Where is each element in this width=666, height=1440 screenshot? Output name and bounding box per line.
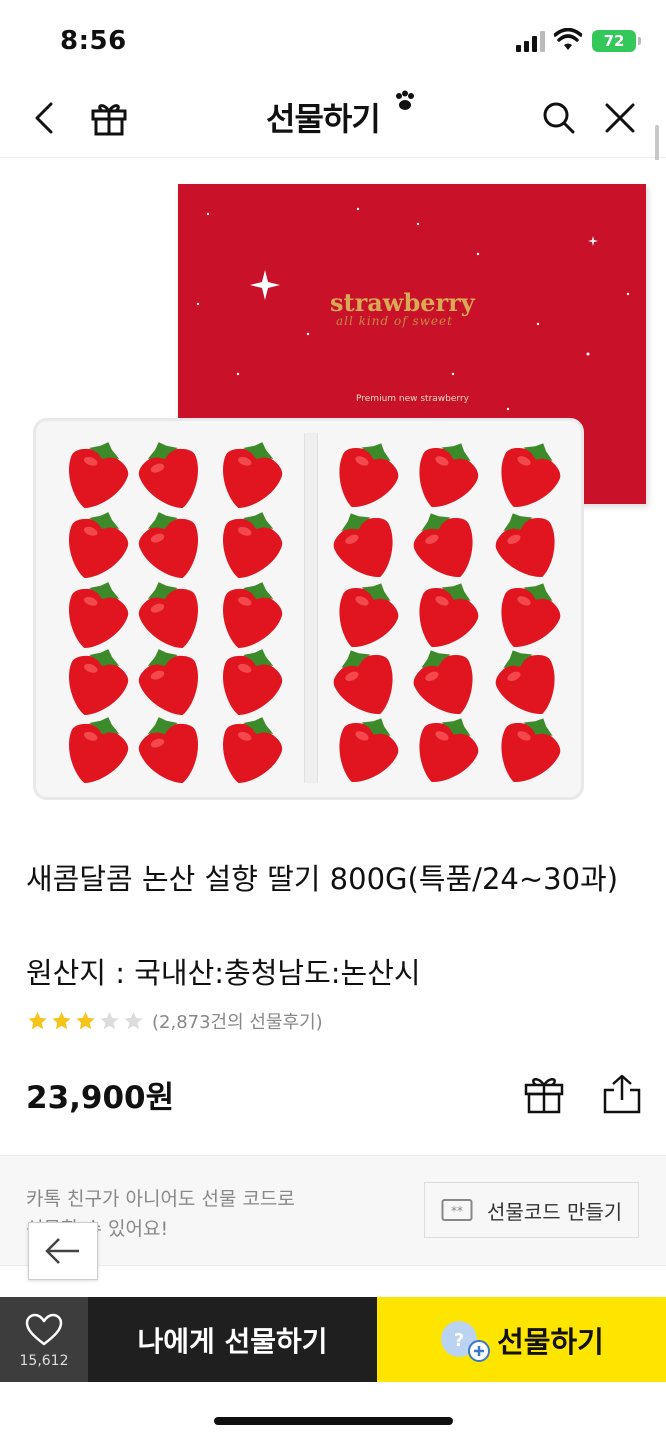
- star-filled-icon: [28, 1011, 47, 1030]
- strawberry: [333, 650, 393, 714]
- price: 23,900원: [26, 1080, 175, 1116]
- strawberry-tray: [33, 418, 584, 800]
- strawberry: [139, 442, 198, 508]
- strawberry: [69, 512, 128, 578]
- strawberry: [339, 583, 399, 647]
- product-title: 새콤달콤 논산 설향 딸기 800G(특품/24~30과): [26, 862, 619, 896]
- search-icon: [543, 102, 575, 134]
- svg-text:**: **: [451, 1204, 463, 1218]
- create-gift-code-button[interactable]: ** 선물코드 만들기: [424, 1182, 639, 1238]
- paw-icon: [396, 90, 414, 110]
- signal-icon: [516, 31, 545, 52]
- heart-icon: [25, 1313, 63, 1346]
- strawberry: [339, 443, 399, 507]
- bottom-action-bar: 15,612 나에게 선물하기 ? 선물하기: [0, 1297, 666, 1382]
- strawberry: [139, 649, 198, 715]
- gift-home-button[interactable]: [87, 96, 131, 140]
- back-button[interactable]: [22, 96, 66, 140]
- strawberry: [413, 513, 473, 577]
- gift-button[interactable]: ? 선물하기: [377, 1297, 666, 1382]
- close-button[interactable]: [598, 96, 642, 140]
- arrow-left-icon: [45, 1238, 79, 1264]
- app-header: 선물하기: [0, 78, 666, 158]
- strawberry: [139, 512, 198, 578]
- strawberry: [495, 650, 555, 714]
- strawberry: [69, 717, 128, 783]
- gift-code-section: 카톡 친구가 아니어도 선물 코드로 선물할 수 있어요! ** 선물코드 만들…: [0, 1156, 666, 1266]
- rating-row[interactable]: (2,873건의 선물후기): [26, 1008, 323, 1034]
- share-button[interactable]: [600, 1072, 644, 1116]
- gift-code-description: 카톡 친구가 아니어도 선물 코드로: [26, 1188, 295, 1210]
- brand-text: strawberry: [330, 288, 475, 317]
- friend-add-icon: ?: [441, 1320, 491, 1362]
- premium-text: Premium new strawberry: [356, 394, 469, 404]
- share-icon: [603, 1074, 641, 1114]
- floating-back-button[interactable]: [28, 1222, 98, 1280]
- back-icon: [35, 102, 53, 134]
- product-origin: 원산지 : 국내산:충청남도:논산시: [26, 956, 421, 990]
- gift-button-label: 선물하기: [497, 1324, 604, 1359]
- wishlist-button[interactable]: 15,612: [0, 1297, 88, 1382]
- strawberry: [139, 717, 198, 783]
- strawberry: [501, 443, 561, 507]
- strawberry: [223, 442, 282, 508]
- strawberry: [501, 718, 561, 782]
- page-title: 선물하기: [266, 100, 381, 138]
- status-time: 8:56: [60, 26, 127, 56]
- code-icon: **: [441, 1199, 473, 1221]
- search-button[interactable]: [537, 96, 581, 140]
- strawberry: [419, 718, 479, 782]
- strawberry: [419, 443, 479, 507]
- brand-subtitle: all kind of sweet: [336, 314, 453, 328]
- svg-text:?: ?: [454, 1330, 464, 1351]
- create-gift-code-label: 선물코드 만들기: [487, 1199, 623, 1224]
- star-empty-icon: [100, 1011, 119, 1030]
- strawberry: [339, 718, 399, 782]
- strawberry: [419, 583, 479, 647]
- like-count: 15,612: [19, 1353, 69, 1369]
- strawberry: [413, 650, 473, 714]
- strawberry: [495, 513, 555, 577]
- gift-wrap-button[interactable]: [522, 1072, 566, 1116]
- strawberry: [69, 582, 128, 648]
- strawberry: [223, 649, 282, 715]
- strawberry: [223, 717, 282, 783]
- gift-icon: [524, 1078, 564, 1114]
- wifi-icon: [554, 28, 582, 50]
- product-image: strawberry all kind of sweet Premium new…: [0, 160, 666, 820]
- star-rating: [26, 1010, 146, 1032]
- strawberry: [69, 649, 128, 715]
- gift-icon: [91, 104, 127, 136]
- strawberry: [333, 513, 393, 577]
- review-count[interactable]: (2,873건의 선물후기): [152, 1008, 323, 1034]
- strawberry: [69, 442, 128, 508]
- strawberries: [69, 442, 561, 783]
- strawberry: [139, 582, 198, 648]
- strawberry: [223, 512, 282, 578]
- star-filled-icon: [52, 1011, 71, 1030]
- battery-indicator: 72: [592, 30, 641, 52]
- gift-to-self-button[interactable]: 나에게 선물하기: [88, 1297, 377, 1382]
- close-icon: [605, 103, 635, 133]
- strawberry: [501, 583, 561, 647]
- home-indicator: [214, 1417, 453, 1425]
- star-empty-icon: [124, 1011, 143, 1030]
- strawberry: [223, 582, 282, 648]
- status-bar: 8:56 72: [0, 0, 666, 78]
- star-filled-icon: [76, 1011, 95, 1030]
